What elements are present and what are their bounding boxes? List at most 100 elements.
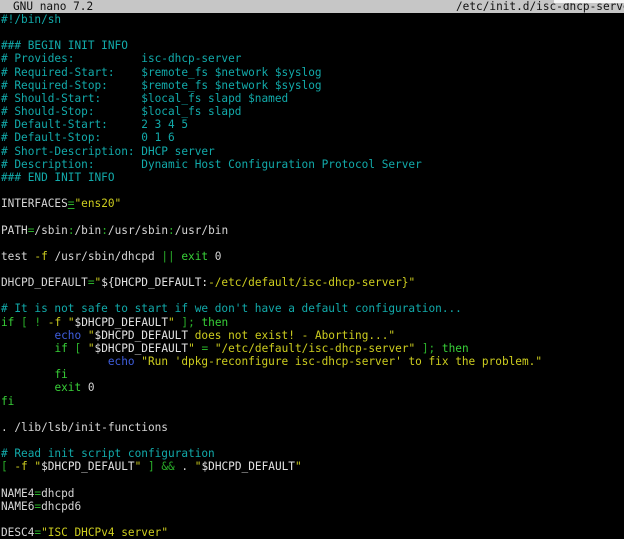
code-segment: fi [1, 395, 14, 408]
code-segment: $DHCPD_DEFAULT [95, 342, 189, 355]
code-segment: dhcpd6 [41, 500, 81, 513]
code-segment: 0 [81, 381, 94, 394]
code-segment: " [88, 329, 95, 342]
code-segment: [ [1, 460, 8, 473]
code-line [1, 26, 624, 39]
code-segment: $DHCPD_DEFAULT [95, 329, 189, 342]
code-segment [141, 460, 148, 473]
code-line: NAME4=dhcpd [1, 487, 624, 500]
code-line: # Should-Stop: $local_fs slapd [1, 105, 624, 118]
code-segment: PATH [1, 224, 28, 237]
code-segment: 0 [208, 250, 221, 263]
code-segment: : [168, 224, 175, 237]
code-segment: # Default-Stop: 0 1 6 [1, 131, 175, 144]
code-segment: ]; [181, 316, 194, 329]
code-segment: if [1, 316, 14, 329]
code-line: # Required-Start: $remote_fs $network $s… [1, 66, 624, 79]
code-segment: INTERFACES [1, 197, 68, 210]
code-segment: [ [21, 316, 28, 329]
code-segment [81, 342, 88, 355]
code-segment: DHCPD_DEFAULT [1, 276, 88, 289]
code-segment: fi [54, 368, 67, 381]
code-segment: " [188, 342, 195, 355]
code-segment: # It is not safe to start if we don't ha… [1, 302, 462, 315]
code-segment: . [175, 460, 195, 473]
code-segment [81, 329, 88, 342]
code-line: # It is not safe to start if we don't ha… [1, 302, 624, 315]
code-segment [1, 329, 54, 342]
code-segment: echo [108, 355, 135, 368]
code-segment: " [88, 342, 95, 355]
code-segment [41, 316, 48, 329]
code-segment [61, 316, 68, 329]
code-segment: $DHCPD_DEFAULT [201, 460, 295, 473]
code-segment: NAME6 [1, 500, 34, 513]
code-line: echo "$DHCPD_DEFAULT does not exist! - A… [1, 329, 624, 342]
code-line [1, 237, 624, 250]
code-segment: "ISC DHCPv4 server" [41, 526, 168, 539]
code-segment [208, 342, 215, 355]
code-line: DESC4="ISC DHCPv4 server" [1, 526, 624, 539]
code-segment: # Required-Start: $remote_fs $network $s… [1, 66, 322, 79]
code-line [1, 263, 624, 276]
code-segment: #!/bin/sh [1, 13, 61, 26]
code-line: # Default-Stop: 0 1 6 [1, 131, 624, 144]
code-line: # Short-Description: DHCP server [1, 145, 624, 158]
code-segment: : [68, 224, 75, 237]
code-segment: then [442, 342, 469, 355]
code-segment: && [161, 460, 174, 473]
editor-area[interactable]: #!/bin/sh ### BEGIN INIT INFO# Provides: … [0, 13, 624, 539]
code-line: test -f /usr/sbin/dhcpd || exit 0 [1, 250, 624, 263]
code-segment [1, 355, 108, 368]
code-segment: $DHCPD_DEFAULT [75, 316, 169, 329]
code-segment: " [168, 316, 175, 329]
code-segment: "Run 'dpkg-reconfigure isc-dhcp-server' … [141, 355, 542, 368]
screen-artifact [554, 0, 624, 3]
code-segment: /usr/sbin/dhcpd [48, 250, 162, 263]
code-line: if [ ! -f "$DHCPD_DEFAULT" ]; then [1, 316, 624, 329]
code-segment: -/etc/default/isc-dhcp-server}" [208, 276, 415, 289]
code-segment: dhcpd [41, 487, 74, 500]
code-segment: exit [181, 250, 208, 263]
code-segment: # Should-Start: $local_fs slapd $named [1, 92, 288, 105]
code-line: # Read init script configuration [1, 447, 624, 460]
code-line: ### END INIT INFO [1, 171, 624, 184]
code-line [1, 473, 624, 486]
code-segment [435, 342, 442, 355]
code-segment [1, 381, 54, 394]
code-line [1, 513, 624, 526]
code-line [1, 210, 624, 223]
code-line [1, 408, 624, 421]
code-segment: /usr/sbin [108, 224, 168, 237]
code-line: ### BEGIN INIT INFO [1, 39, 624, 52]
code-segment: ] [148, 460, 155, 473]
code-segment: = [88, 276, 95, 289]
code-segment: # Provides: isc-dhcp-server [1, 52, 241, 65]
code-line: # Provides: isc-dhcp-server [1, 52, 624, 65]
code-segment: does not exist! - Aborting..." [188, 329, 395, 342]
nano-version-label: GNU nano 7.2 [13, 0, 93, 13]
code-segment: /usr/bin [175, 224, 228, 237]
code-line: # Should-Start: $local_fs slapd $named [1, 92, 624, 105]
code-segment [1, 342, 54, 355]
code-segment: then [201, 316, 228, 329]
code-segment: ]; [422, 342, 435, 355]
code-segment: ### END INIT INFO [1, 171, 115, 184]
code-segment: " [68, 316, 75, 329]
code-line: # Required-Stop: $remote_fs $network $sy… [1, 79, 624, 92]
code-segment: if [54, 342, 67, 355]
code-segment: exit [54, 381, 81, 394]
code-line: fi [1, 395, 624, 408]
code-segment: /bin [75, 224, 102, 237]
code-line: # Default-Start: 2 3 4 5 [1, 118, 624, 131]
code-line: INTERFACES="ens20" [1, 197, 624, 210]
code-line: # Description: Dynamic Host Configuratio… [1, 158, 624, 171]
code-line: exit 0 [1, 381, 624, 394]
code-segment: . /lib/lsb/init-functions [1, 421, 168, 434]
code-segment: $DHCPD_DEFAULT [41, 460, 135, 473]
code-segment: ${DHCPD_DEFAULT: [101, 276, 208, 289]
code-segment: -f [48, 316, 61, 329]
code-line: echo "Run 'dpkg-reconfigure isc-dhcp-ser… [1, 355, 624, 368]
code-segment [415, 342, 422, 355]
code-segment: ### BEGIN INIT INFO [1, 39, 128, 52]
